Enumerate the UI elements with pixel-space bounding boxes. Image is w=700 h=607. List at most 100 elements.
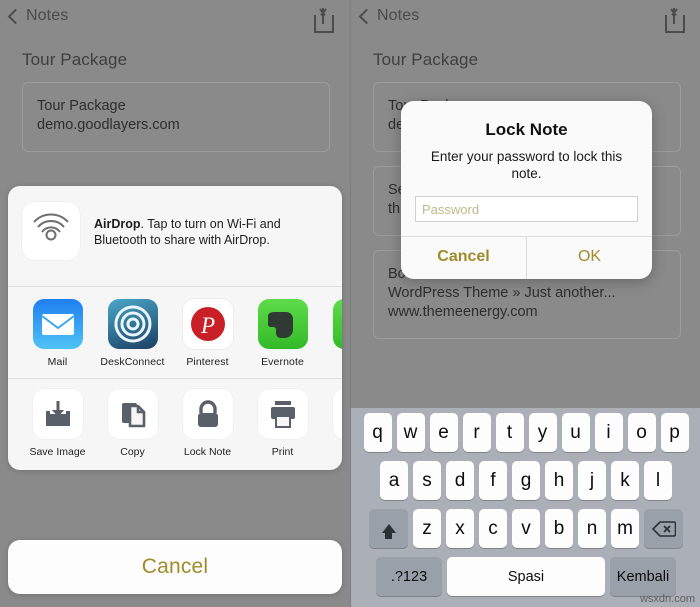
key-s[interactable]: s	[413, 461, 441, 500]
share-target-label: Mail	[47, 356, 68, 368]
key-j[interactable]: j	[578, 461, 606, 500]
key-u[interactable]: u	[561, 413, 590, 452]
key-a[interactable]: a	[380, 461, 408, 500]
key-k[interactable]: k	[611, 461, 639, 500]
key-d[interactable]: d	[446, 461, 474, 500]
action-label: Print	[271, 446, 294, 458]
action-label: Lock Note	[183, 446, 232, 458]
airdrop-bold-label: AirDrop	[94, 217, 141, 231]
on-screen-keyboard: q w e r t y u i o p a s d f g h j k l z …	[351, 408, 700, 607]
key-b[interactable]: b	[545, 509, 573, 548]
note-card-line: demo.goodlayers.com	[37, 117, 180, 133]
back-button-label: Notes	[26, 7, 69, 24]
keyboard-row-4: .?123 Spasi Kembali	[351, 557, 700, 596]
password-field-wrapper	[401, 182, 652, 222]
action-print[interactable]: Print	[245, 389, 320, 458]
dialog-title: Lock Note	[485, 120, 568, 139]
key-l[interactable]: l	[644, 461, 672, 500]
key-t[interactable]: t	[495, 413, 524, 452]
watermark: wsxdn.com	[639, 593, 695, 605]
return-key[interactable]: Kembali	[610, 557, 676, 596]
action-more[interactable]	[320, 389, 342, 458]
share-target-deskconnect[interactable]: DeskConnect	[95, 299, 170, 368]
keyboard-row-3: z x c v b n m	[351, 509, 700, 548]
delete-key[interactable]	[644, 509, 683, 548]
back-button[interactable]: Notes	[7, 7, 69, 25]
page-title: Tour Package	[373, 50, 479, 69]
note-card-line: Tour Package	[37, 98, 126, 114]
back-button-label: Notes	[377, 7, 420, 24]
share-sheet: AirDrop. Tap to turn on Wi-Fi and Blueto…	[8, 186, 342, 470]
note-card-line: WordPress Theme » Just another...	[388, 285, 616, 301]
right-panel: Notes Tour Package Tour Package demo.goo…	[350, 0, 700, 607]
key-z[interactable]: z	[413, 509, 441, 548]
key-v[interactable]: v	[512, 509, 540, 548]
dialog-cancel-button[interactable]: Cancel	[401, 237, 526, 279]
key-e[interactable]: e	[429, 413, 458, 452]
keyboard-row-2: a s d f g h j k l	[351, 461, 700, 500]
backspace-icon	[651, 520, 676, 537]
navigation-bar: Notes	[0, 0, 350, 38]
key-m[interactable]: m	[611, 509, 639, 548]
action-save-image[interactable]: Save Image	[20, 389, 95, 458]
note-card[interactable]: Tour Package demo.goodlayers.com	[22, 82, 330, 152]
key-g[interactable]: g	[512, 461, 540, 500]
share-target-label: Evernote	[261, 356, 304, 368]
space-key[interactable]: Spasi	[447, 557, 605, 596]
chevron-left-icon	[7, 8, 24, 24]
left-panel: Notes Tour Package Tour Package demo.goo…	[0, 0, 350, 607]
note-card-line: www.themeenergy.com	[388, 304, 538, 320]
key-r[interactable]: r	[462, 413, 491, 452]
whatsapp-icon	[332, 299, 342, 349]
more-icon	[332, 389, 342, 439]
share-icon-arrow	[673, 8, 675, 24]
share-target-label: DeskConnect	[100, 356, 165, 368]
lock-note-dialog: Lock Note Enter your password to lock th…	[401, 101, 652, 279]
key-o[interactable]: o	[627, 413, 656, 452]
share-icon-box	[665, 15, 685, 33]
key-w[interactable]: w	[396, 413, 425, 452]
share-target-mail[interactable]: Mail	[20, 299, 95, 368]
action-row: Save Image Copy Lock Note Print	[8, 379, 342, 470]
password-input[interactable]	[415, 196, 638, 222]
evernote-icon	[257, 299, 308, 349]
share-icon-arrow	[322, 8, 324, 24]
action-copy[interactable]: Copy	[95, 389, 170, 458]
key-n[interactable]: n	[578, 509, 606, 548]
key-q[interactable]: q	[363, 413, 392, 452]
key-c[interactable]: c	[479, 509, 507, 548]
deskconnect-icon	[107, 299, 158, 349]
share-target-evernote[interactable]: Evernote	[245, 299, 320, 368]
key-h[interactable]: h	[545, 461, 573, 500]
note-card-list: Tour Package demo.goodlayers.com	[22, 82, 330, 166]
navigation-bar: Notes	[351, 0, 700, 38]
key-i[interactable]: i	[594, 413, 623, 452]
share-icon[interactable]	[663, 6, 687, 34]
numbers-key[interactable]: .?123	[376, 557, 442, 596]
cancel-button[interactable]: Cancel	[8, 540, 342, 594]
action-lock-note[interactable]: Lock Note	[170, 389, 245, 458]
key-y[interactable]: y	[528, 413, 557, 452]
shift-key[interactable]	[369, 509, 408, 548]
dialog-ok-button[interactable]: OK	[527, 237, 652, 279]
shift-icon	[381, 524, 396, 539]
mail-icon	[32, 299, 83, 349]
airdrop-description: AirDrop. Tap to turn on Wi-Fi and Blueto…	[94, 202, 328, 248]
keyboard-row-1: q w e r t y u i o p	[351, 413, 700, 452]
share-icon-box	[314, 15, 334, 33]
key-f[interactable]: f	[479, 461, 507, 500]
back-button[interactable]: Notes	[358, 7, 420, 25]
share-icon[interactable]	[312, 6, 336, 34]
key-p[interactable]: p	[660, 413, 689, 452]
action-label: Save Image	[29, 446, 86, 458]
key-x[interactable]: x	[446, 509, 474, 548]
airdrop-icon	[22, 202, 80, 260]
save-image-icon	[32, 389, 83, 439]
share-target-pinterest[interactable]: P Pinterest	[170, 299, 245, 368]
pinterest-icon: P	[182, 299, 233, 349]
share-target-whatsapp[interactable]: W	[320, 299, 342, 368]
lock-icon	[182, 389, 233, 439]
dialog-buttons: Cancel OK	[401, 236, 652, 279]
airdrop-row[interactable]: AirDrop. Tap to turn on Wi-Fi and Blueto…	[8, 186, 342, 286]
share-target-label: Pinterest	[186, 356, 229, 368]
